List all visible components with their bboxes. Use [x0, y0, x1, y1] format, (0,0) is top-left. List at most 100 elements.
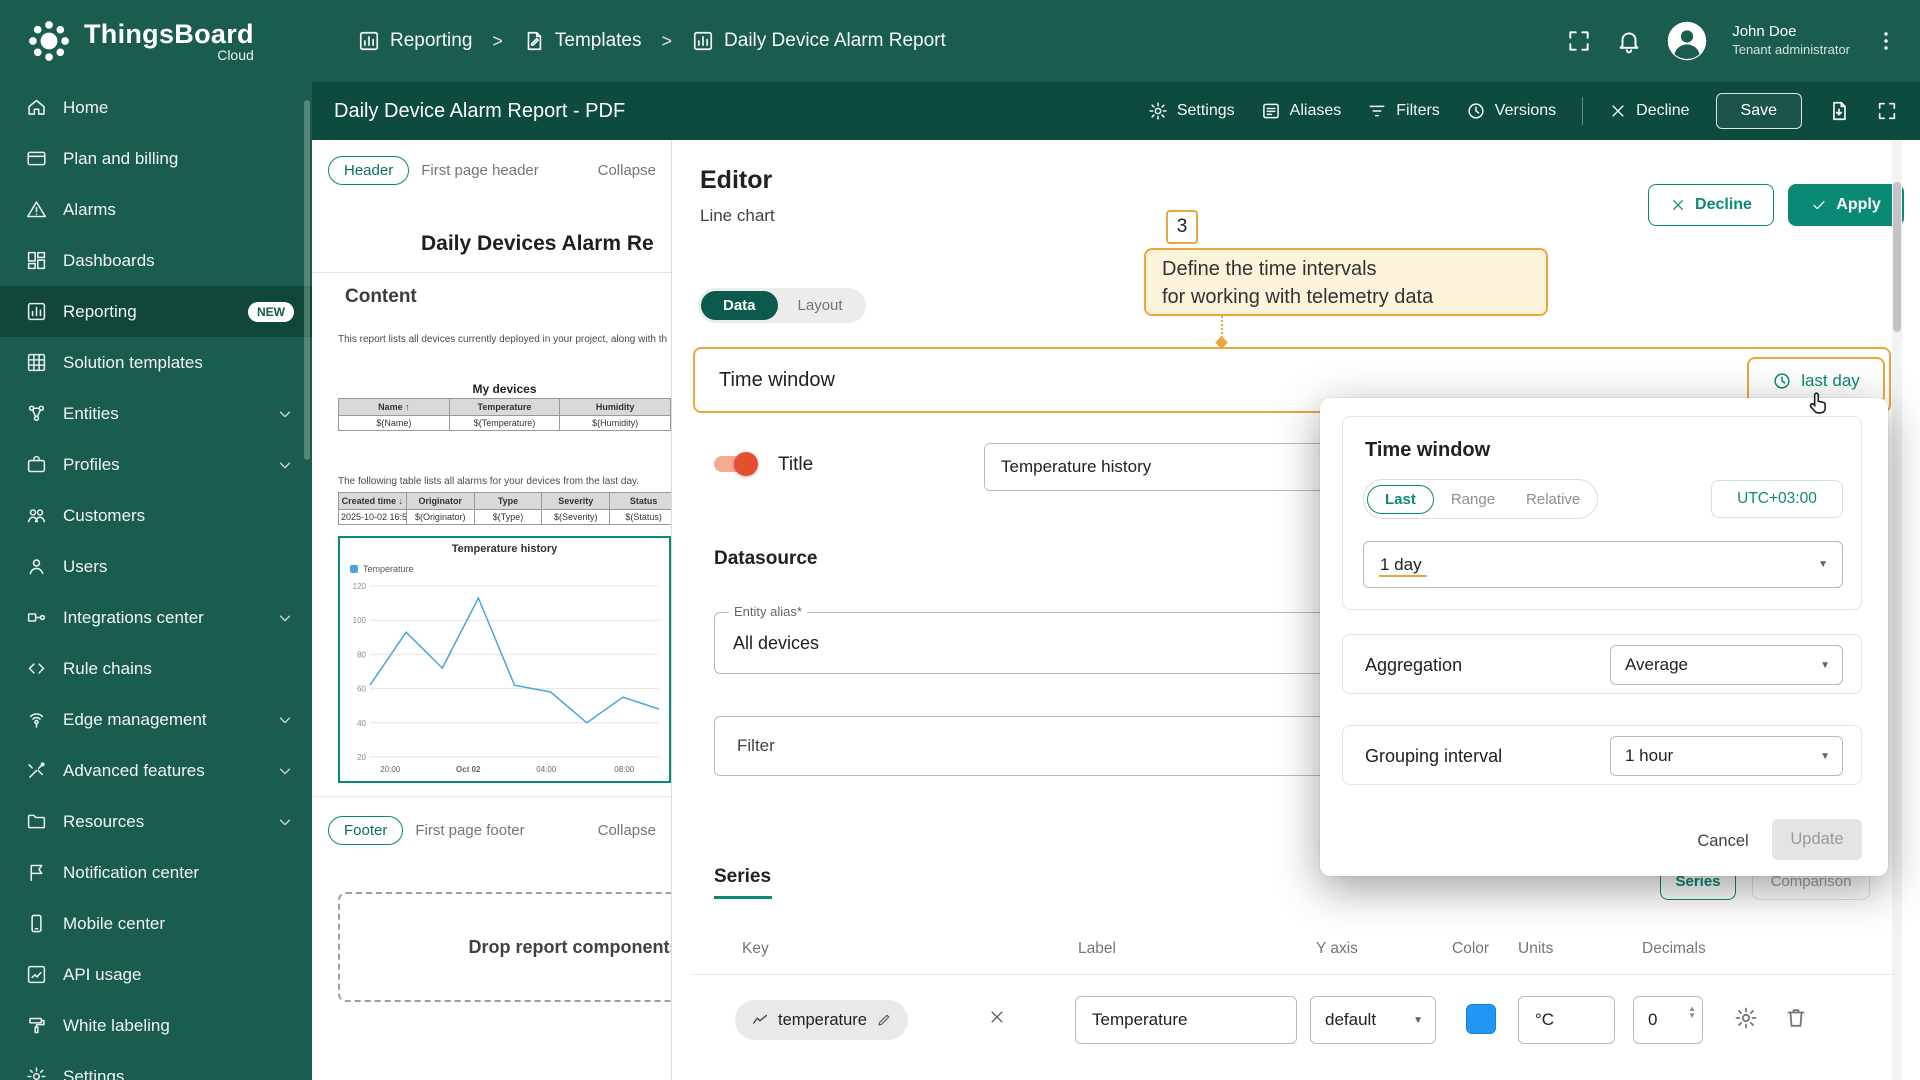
versions-button[interactable]: Versions [1466, 101, 1556, 121]
tab-last[interactable]: Last [1367, 484, 1434, 514]
collapse-header-button[interactable]: Collapse [598, 162, 656, 179]
sidebar-item-reporting[interactable]: Reporting NEW [0, 286, 312, 337]
tutorial-step-badge: 3 [1166, 210, 1198, 244]
first-page-header-button[interactable]: First page header [421, 162, 539, 179]
series-key-name: temperature [778, 1010, 867, 1029]
series-settings-gear-icon[interactable] [1734, 1006, 1758, 1030]
sidebar-item-edge-management[interactable]: Edge management [0, 694, 312, 745]
stepper-arrows[interactable]: ▲ ▼ [1688, 1005, 1696, 1020]
tab-range[interactable]: Range [1437, 486, 1509, 513]
sidebar-item-advanced-features[interactable]: Advanced features [0, 745, 312, 796]
alarm-icon [26, 199, 47, 220]
line-chart-icon [751, 1011, 769, 1029]
sidebar-item-resources[interactable]: Resources [0, 796, 312, 847]
stepper-down-icon[interactable]: ▼ [1688, 1012, 1696, 1020]
drop-components-zone[interactable]: Drop report components from here [338, 892, 671, 1002]
timezone-button[interactable]: UTC+03:00 [1711, 480, 1843, 518]
reporting-icon [358, 30, 380, 52]
notifications-bell-icon[interactable] [1616, 28, 1642, 54]
legend-color-swatch [350, 565, 358, 573]
tab-data[interactable]: Data [701, 291, 778, 320]
fullscreen-icon[interactable] [1566, 28, 1592, 54]
kebab-menu-icon[interactable] [1874, 29, 1898, 53]
new-badge: NEW [248, 301, 294, 322]
decline-button[interactable]: Decline [1609, 102, 1690, 120]
series-color-swatch[interactable] [1466, 1004, 1496, 1034]
sidebar-item-dashboards[interactable]: Dashboards [0, 235, 312, 286]
update-button[interactable]: Update [1772, 819, 1862, 860]
datasource-heading: Datasource [714, 548, 818, 569]
avatar[interactable] [1666, 20, 1708, 62]
breadcrumb-item[interactable]: Templates [523, 30, 642, 52]
aggregation-row: Aggregation Average ▼ [1342, 634, 1862, 694]
editor-decline-button[interactable]: Decline [1648, 184, 1774, 226]
time-window-value-button[interactable]: last day [1747, 357, 1885, 404]
edit-pencil-icon[interactable] [876, 1012, 892, 1028]
export-pdf-button[interactable] [1828, 100, 1850, 122]
sidebar-item-notification-center[interactable]: Notification center [0, 847, 312, 898]
sidebar-item-entities[interactable]: Entities [0, 388, 312, 439]
scrollbar-thumb[interactable] [1893, 182, 1901, 332]
editor-scrollbar[interactable] [1892, 140, 1902, 1080]
aggregation-select[interactable]: Average ▼ [1610, 645, 1843, 685]
footer-section-button[interactable]: Footer [328, 815, 404, 845]
collapse-footer-button[interactable]: Collapse [598, 822, 656, 839]
sidebar-item-label: Advanced features [63, 760, 205, 780]
filters-button[interactable]: Filters [1367, 101, 1440, 121]
title-toggle[interactable] [714, 452, 758, 476]
breadcrumb-item[interactable]: Daily Device Alarm Report [692, 30, 946, 52]
cancel-button[interactable]: Cancel [1688, 822, 1758, 860]
save-button[interactable]: Save [1715, 93, 1802, 129]
breadcrumb-label: Daily Device Alarm Report [724, 30, 946, 51]
table-header-cell: Originator [405, 492, 475, 510]
sidebar-item-settings[interactable]: Settings [0, 1051, 312, 1080]
fullscreen-icon [1876, 100, 1898, 122]
series-key-chip[interactable]: temperature [735, 1000, 908, 1040]
grouping-interval-select[interactable]: 1 hour ▼ [1610, 736, 1843, 776]
sidebar-item-white-labeling[interactable]: White labeling [0, 1000, 312, 1051]
toolbar-fullscreen-button[interactable] [1876, 100, 1898, 122]
series-delete-trash-icon[interactable] [1784, 1006, 1808, 1030]
sidebar-item-plan-and-billing[interactable]: Plan and billing [0, 133, 312, 184]
breadcrumb-item[interactable]: Reporting [358, 30, 472, 52]
series-units-input[interactable] [1518, 996, 1615, 1044]
y-axis-select[interactable]: default ▼ [1310, 996, 1436, 1044]
sidebar-item-customers[interactable]: Customers [0, 490, 312, 541]
aliases-button[interactable]: Aliases [1261, 101, 1341, 121]
chevron-down-icon [276, 762, 294, 780]
sidebar-item-integrations-center[interactable]: Integrations center [0, 592, 312, 643]
sidebar-item-label: Users [63, 556, 108, 576]
preview-report-title: Daily Devices Alarm Re [421, 232, 654, 255]
settings-button[interactable]: Settings [1148, 101, 1235, 121]
sidebar-item-label: API usage [63, 964, 142, 984]
series-heading-underline [714, 896, 772, 899]
sidebar-item-api-usage[interactable]: API usage [0, 949, 312, 1000]
header-section-button[interactable]: Header [328, 155, 410, 185]
sidebar-item-solution-templates[interactable]: Solution templates [0, 337, 312, 388]
series-label-input[interactable] [1075, 996, 1297, 1044]
sidebar-scrollbar[interactable] [304, 100, 310, 460]
sidebar-item-mobile-center[interactable]: Mobile center [0, 898, 312, 949]
series-table-divider [693, 974, 1891, 975]
sidebar-item-home[interactable]: Home [0, 82, 312, 133]
time-window-value: last day [1801, 370, 1860, 390]
preview-line-chart[interactable]: Temperature history Temperature 120 100 80… [338, 536, 671, 783]
aggregation-label: Aggregation [1365, 654, 1463, 675]
first-page-footer-button[interactable]: First page footer [415, 822, 524, 839]
sidebar-item-users[interactable]: Users [0, 541, 312, 592]
remove-key-icon[interactable] [988, 1008, 1006, 1026]
sidebar-item-rule-chains[interactable]: Rule chains [0, 643, 312, 694]
chevron-down-icon [276, 813, 294, 831]
sidebar-item-profiles[interactable]: Profiles [0, 439, 312, 490]
devices-table-title: My devices [472, 382, 537, 396]
series-column-key: Key [742, 940, 769, 957]
entity-alias-field[interactable]: Entity alias* All devices [714, 604, 1364, 674]
editor-apply-button[interactable]: Apply [1788, 184, 1904, 226]
tab-layout[interactable]: Layout [778, 291, 863, 320]
grouping-interval-label: Grouping interval [1365, 745, 1503, 766]
thingsboard-logo[interactable]: ThingsBoard Cloud [0, 18, 312, 64]
interval-select[interactable]: 1 day ▼ [1363, 541, 1843, 588]
sidebar-item-alarms[interactable]: Alarms [0, 184, 312, 235]
tab-relative[interactable]: Relative [1512, 486, 1594, 513]
filter-field[interactable]: Filter [714, 716, 1364, 776]
